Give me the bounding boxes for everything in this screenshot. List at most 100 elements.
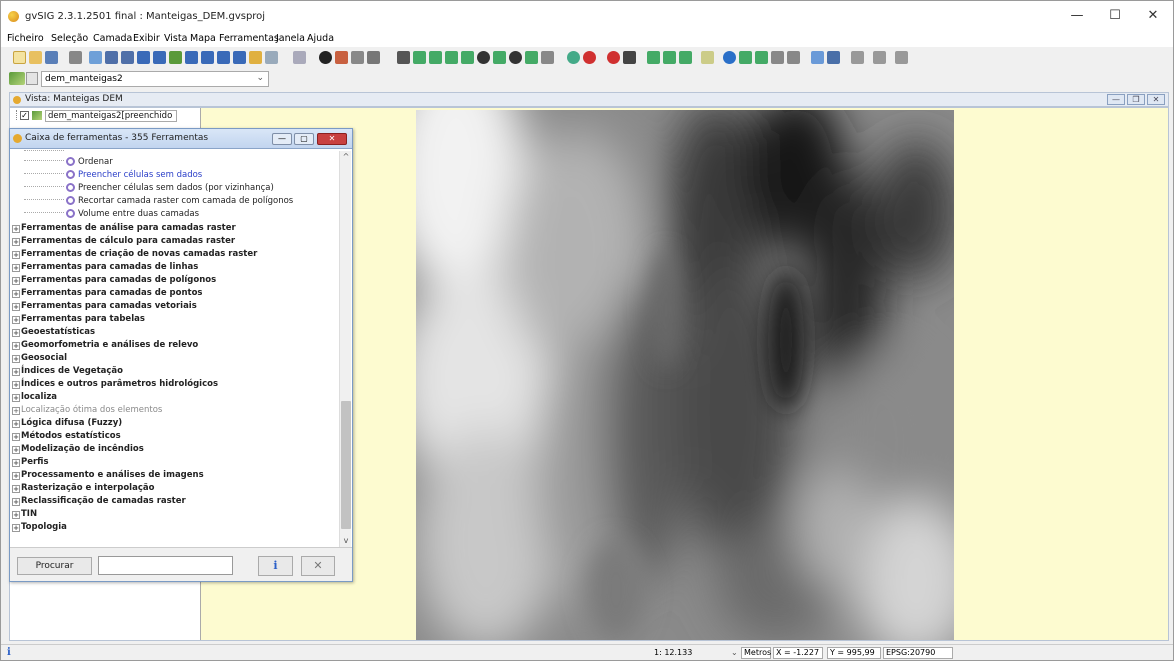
tree-category[interactable]: + Geomorfometria e análises de relevo [12, 339, 338, 352]
tree-category[interactable]: + Rasterização e interpolação [12, 482, 338, 495]
full-extent-icon[interactable] [105, 51, 118, 64]
search-layer-icon[interactable] [827, 51, 840, 64]
tree-category[interactable]: + Modelização de incêndios [12, 443, 338, 456]
menu-janela[interactable]: Janela [276, 33, 305, 44]
tree-leaf[interactable]: Ordenar [12, 156, 338, 169]
layer-add-icon[interactable] [739, 51, 752, 64]
expand-icon[interactable]: + [12, 459, 20, 467]
tools-icon[interactable] [623, 51, 636, 64]
menu-ajuda[interactable]: Ajuda [307, 33, 334, 44]
menu-vista[interactable]: Vista [164, 33, 187, 44]
tree-category[interactable]: + Lógica difusa (Fuzzy) [12, 417, 338, 430]
tree-leaf[interactable]: Volume entre duas camadas [12, 208, 338, 221]
panel3-icon[interactable] [895, 51, 908, 64]
tree-category[interactable]: + Métodos estatísticos [12, 430, 338, 443]
legend-icon[interactable] [787, 51, 800, 64]
tree-category[interactable]: + localiza [12, 391, 338, 404]
info-button[interactable]: i [258, 556, 293, 576]
tree-category[interactable]: + Índices e outros parâmetros hidrológico… [12, 378, 338, 391]
locator-icon[interactable] [249, 51, 262, 64]
tree-category[interactable]: + Perfis [12, 456, 338, 469]
toolbox-maximize-button[interactable]: ▢ [294, 133, 314, 145]
frame-icon[interactable] [265, 51, 278, 64]
tree-leaf[interactable]: Preencher células sem dados (por vizinha… [12, 182, 338, 195]
graphic-icon[interactable] [367, 51, 380, 64]
search-input[interactable] [98, 556, 233, 575]
zoom-next-icon[interactable] [217, 51, 230, 64]
tree-category[interactable]: + TIN [12, 508, 338, 521]
toolbox-minimize-button[interactable]: — [272, 133, 292, 145]
zoom-scale-icon[interactable] [233, 51, 246, 64]
select-point-icon[interactable] [477, 51, 490, 64]
tree-category[interactable]: + Reclassificação de camadas raster [12, 495, 338, 508]
expand-icon[interactable]: + [12, 316, 20, 324]
menu-selecao[interactable]: Seleção [51, 33, 88, 44]
tree-category[interactable]: + Geoestatísticas [12, 326, 338, 339]
menu-ficheiro[interactable]: Ficheiro [7, 33, 44, 44]
menu-exibir[interactable]: Exibir [133, 33, 160, 44]
tree-category[interactable]: + Ferramentas para camadas de polígonos [12, 274, 338, 287]
expand-icon[interactable]: + [12, 524, 20, 532]
pan-icon[interactable] [169, 51, 182, 64]
expand-icon[interactable]: + [12, 446, 20, 454]
tree-scrollbar[interactable]: ^ v [339, 151, 351, 547]
view-close-button[interactable]: ✕ [1147, 94, 1165, 105]
select-poly-icon[interactable] [429, 51, 442, 64]
tree-category[interactable]: + Geosocial [12, 352, 338, 365]
expand-icon[interactable]: + [12, 329, 20, 337]
expand-icon[interactable]: + [12, 303, 20, 311]
target-icon[interactable] [583, 51, 596, 64]
expand-icon[interactable]: + [12, 290, 20, 298]
tree-category[interactable]: + Ferramentas de análise para camadas ras… [12, 222, 338, 235]
scroll-down-icon[interactable]: v [340, 535, 352, 547]
tree-category[interactable]: + Localização ótima dos elementos [12, 404, 338, 417]
select-line-icon[interactable] [445, 51, 458, 64]
tree-category[interactable]: + Ferramentas para camadas vetoriais [12, 300, 338, 313]
expand-icon[interactable]: + [12, 394, 20, 402]
globe-icon[interactable] [723, 51, 736, 64]
scale-field[interactable]: 1: 12.133 [651, 647, 727, 659]
stop-icon[interactable] [607, 51, 620, 64]
expand-icon[interactable]: + [12, 433, 20, 441]
scroll-thumb[interactable] [341, 401, 351, 529]
select-buffer-icon[interactable] [493, 51, 506, 64]
close-button[interactable]: ✕ [1135, 7, 1171, 25]
info-tool-icon[interactable] [319, 51, 332, 64]
menu-camada[interactable]: Camada [93, 33, 132, 44]
layer-visibility-checkbox[interactable]: ✓ [20, 111, 29, 120]
tree-category[interactable]: + Índices de Vegetação [12, 365, 338, 378]
toolbox-close-button[interactable]: ✕ [317, 133, 347, 145]
select-circle-icon[interactable] [461, 51, 474, 64]
zoom-out-icon[interactable] [153, 51, 166, 64]
document-icon[interactable] [811, 51, 824, 64]
tree-category[interactable]: + Ferramentas para tabelas [12, 313, 338, 326]
grid-icon[interactable] [771, 51, 784, 64]
toc-layer-name[interactable]: dem_manteigas2[preenchido [45, 110, 177, 122]
zoom-prev-icon[interactable] [201, 51, 214, 64]
area-icon[interactable] [351, 51, 364, 64]
expand-icon[interactable]: + [12, 511, 20, 519]
export-icon[interactable] [663, 51, 676, 64]
select-rect-icon[interactable] [413, 51, 426, 64]
save-icon[interactable] [45, 51, 58, 64]
toolbox-title-bar[interactable]: Caixa de ferramentas - 355 Ferramentas —… [10, 129, 352, 149]
expand-icon[interactable]: + [12, 277, 20, 285]
view-maximize-button[interactable]: ❐ [1127, 94, 1145, 105]
zoom-in-icon[interactable] [137, 51, 150, 64]
layer-tool-icon[interactable] [755, 51, 768, 64]
tree-category[interactable]: + Topologia [12, 521, 338, 534]
tree-category[interactable]: + Processamento e análises de imagens [12, 469, 338, 482]
download-icon[interactable] [679, 51, 692, 64]
tree-category[interactable]: + Ferramentas de criação de novas camadas… [12, 248, 338, 261]
active-layer-select[interactable]: dem_manteigas2 ⌄ [41, 71, 269, 87]
expand-icon[interactable]: + [12, 485, 20, 493]
select-all-icon[interactable] [509, 51, 522, 64]
tree-leaf[interactable]: Recortar camada raster com camada de pol… [12, 195, 338, 208]
measure-icon[interactable] [335, 51, 348, 64]
info-icon[interactable]: i [7, 647, 11, 658]
menu-mapa[interactable]: Mapa [190, 33, 216, 44]
dem-raster[interactable] [416, 110, 954, 640]
expand-icon[interactable]: + [12, 342, 20, 350]
expand-icon[interactable]: + [12, 407, 20, 415]
plugin-icon[interactable] [701, 51, 714, 64]
